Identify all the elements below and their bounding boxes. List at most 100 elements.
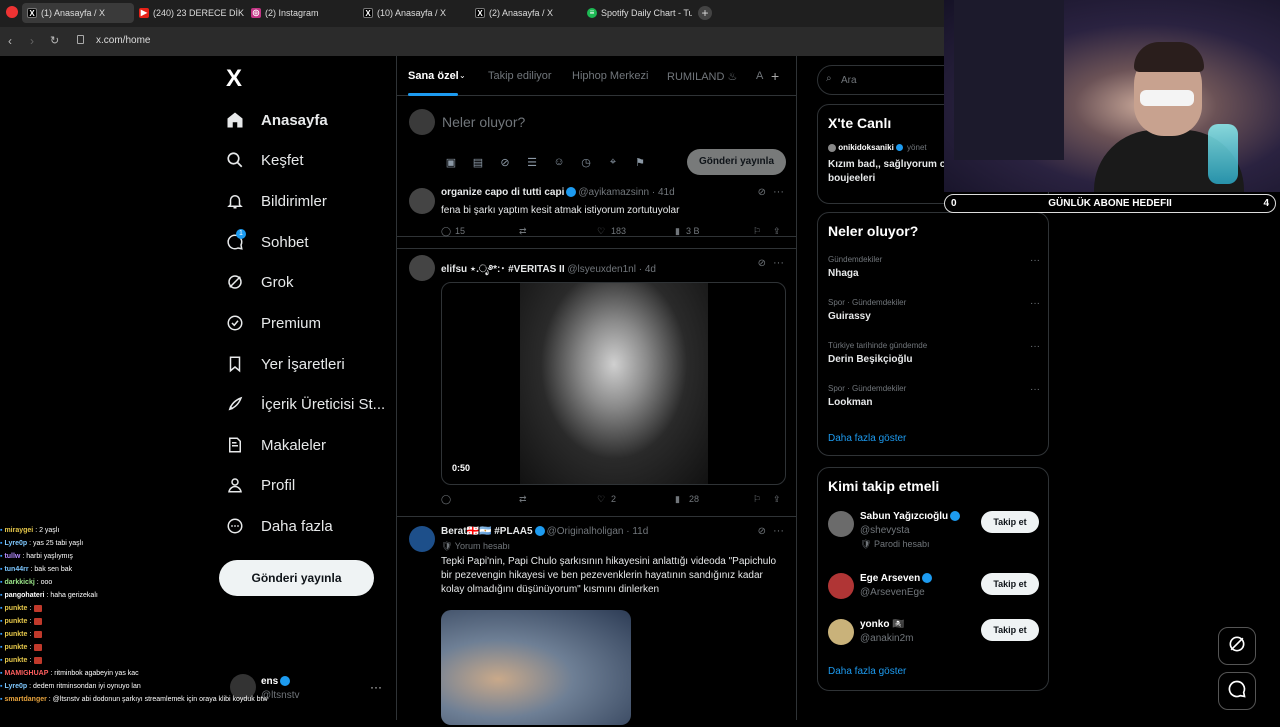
tab-hiphop[interactable]: Hiphop Merkezi <box>572 70 648 82</box>
show-more-link[interactable]: Daha fazla göster <box>828 433 906 444</box>
grok-icon[interactable]: ⊘ <box>758 187 766 198</box>
views-icon[interactable]: ▮ <box>675 226 680 237</box>
avatar[interactable] <box>409 188 435 214</box>
back-icon[interactable]: ‹ <box>8 34 12 48</box>
follow-button[interactable]: Takip et <box>981 619 1039 641</box>
gif-icon[interactable]: ▤ <box>469 153 487 171</box>
search-input[interactable]: Ara <box>841 75 857 86</box>
messages-float-button[interactable] <box>1218 672 1256 710</box>
browser-tab[interactable]: X (10) Anasayfa / X <box>358 3 468 23</box>
grok-icon[interactable]: ⊘ <box>758 526 766 537</box>
tweet-author[interactable]: elifsu ⋆.ೃ࿔*:･ #VERITAS II <box>441 264 565 275</box>
flag-icon[interactable]: ⚑ <box>631 153 649 171</box>
show-more-link[interactable]: Daha fazla göster <box>828 666 906 677</box>
tweet[interactable]: Berat🇬🇪🇦🇷 #PLAA5 @Originalholigan · 11d ⊘… <box>397 517 796 727</box>
avatar[interactable] <box>409 526 435 552</box>
reload-icon[interactable]: ↻ <box>50 34 59 47</box>
reply-icon[interactable]: ◯ <box>441 226 451 237</box>
nav-item-creator-studio[interactable]: İçerik Üreticisi St... <box>225 392 385 416</box>
opera-logo-icon[interactable] <box>6 6 18 18</box>
tweet-handle[interactable]: @lsyeuxden1nl · 4d <box>567 264 656 275</box>
tweet-image[interactable] <box>441 610 631 725</box>
browser-tab[interactable]: X (1) Anasayfa / X <box>22 3 134 23</box>
more-icon[interactable]: ··· <box>1030 341 1040 352</box>
tweet-handle[interactable]: @ayikamazsinn · 41d <box>578 187 674 198</box>
browser-tab[interactable]: ▶(240) 23 DERECE DİKİLİTAŞ <box>134 3 244 23</box>
grok-icon[interactable]: ⊘ <box>758 258 766 269</box>
trend-item[interactable]: Türkiye tarihinde gündemde Derin Beşikçio… <box>828 341 1040 365</box>
new-tab-button[interactable]: + <box>698 6 712 20</box>
tweet-author[interactable]: organize capo di tutti capi <box>441 187 564 198</box>
tweet-text: fena bi şarkı yaptım kesit atmak istiyor… <box>441 205 680 216</box>
tweet-handle[interactable]: @Originalholigan · 11d <box>547 526 649 537</box>
browser-tab[interactable]: X (2) Anasayfa / X <box>470 3 580 23</box>
more-icon[interactable]: ··· <box>773 186 784 198</box>
video-player[interactable]: 0:50 <box>441 282 786 485</box>
feed-tabs: Sana özel ⌄ Takip ediliyor Hiphop Merkez… <box>397 56 796 96</box>
url-field[interactable]: x.com/home <box>96 35 150 46</box>
more-icon[interactable]: ··· <box>1030 255 1040 266</box>
like-icon[interactable]: ♡ <box>597 494 605 505</box>
nav-item-notifications[interactable]: Bildirimler <box>225 189 327 213</box>
tweet-author[interactable]: Berat🇬🇪🇦🇷 #PLAA5 <box>441 526 533 537</box>
more-icon[interactable]: ··· <box>370 680 382 694</box>
tweet[interactable]: elifsu ⋆.ೃ࿔*:･ #VERITAS II @lsyeuxden1nl… <box>397 249 796 517</box>
nav-item-bookmarks[interactable]: Yer İşaretleri <box>225 352 345 376</box>
trend-item[interactable]: Spor · Gündemdekiler Guirassy ··· <box>828 298 1040 322</box>
more-icon[interactable]: ··· <box>1030 298 1040 309</box>
forward-icon[interactable]: › <box>30 34 34 48</box>
follow-button[interactable]: Takip et <box>981 511 1039 533</box>
panel-title: Kimi takip etmeli <box>828 478 940 494</box>
tab-following[interactable]: Takip ediliyor <box>488 70 552 82</box>
bookmark-icon[interactable]: ⚐ <box>753 494 761 505</box>
browser-tab[interactable]: ≡Spotify Daily Chart - Turke <box>582 3 692 23</box>
schedule-icon[interactable]: ◷ <box>577 153 595 171</box>
image-icon[interactable]: ▣ <box>442 153 460 171</box>
nav-item-articles[interactable]: Makaleler <box>225 433 326 457</box>
views-count: 3 B <box>686 226 700 236</box>
nav-item-chat[interactable]: 1 Sohbet <box>225 229 309 254</box>
compose-input[interactable]: Neler oluyor? <box>442 114 525 130</box>
share-icon[interactable]: ⇪ <box>773 494 781 505</box>
views-icon[interactable]: ▮ <box>675 494 680 505</box>
more-icon[interactable]: ··· <box>1030 384 1040 395</box>
add-tab-icon[interactable]: + <box>771 68 779 84</box>
tab-overflow[interactable]: A <box>756 70 763 82</box>
share-icon[interactable]: ⇪ <box>773 226 781 237</box>
follow-suggestion[interactable]: Ege Arseven @ArsevenEge Takip et <box>828 573 1040 613</box>
location-icon[interactable]: ⌖ <box>604 153 622 171</box>
avatar[interactable] <box>828 619 854 645</box>
compose-post-button[interactable]: Gönderi yayınla <box>687 149 786 175</box>
nav-item-premium[interactable]: Premium <box>225 311 321 335</box>
live-title[interactable]: Kızım bad,, sağlıyorum o boujeeleri <box>828 158 953 186</box>
grok-icon[interactable]: ⊘ <box>496 153 514 171</box>
browser-tab[interactable]: ◎ (2) Instagram <box>246 3 356 23</box>
grok-float-button[interactable] <box>1218 627 1256 665</box>
tab-rumiland[interactable]: RUMILAND ♨ <box>667 70 737 83</box>
follow-suggestion[interactable]: yonko 🏴‍☠️ @anakin2m Takip et <box>828 619 1040 659</box>
bookmark-icon[interactable]: ⚐ <box>753 226 761 237</box>
more-icon[interactable]: ··· <box>773 257 784 269</box>
avatar[interactable] <box>828 511 854 537</box>
poll-icon[interactable]: ☰ <box>523 153 541 171</box>
follow-suggestion[interactable]: Sabun Yağızcıoğlu @shevysta 🛡 Parodi hes… <box>828 511 1040 551</box>
nav-item-home[interactable]: Anasayfa <box>225 108 328 132</box>
retweet-icon[interactable]: ⇄ <box>519 494 527 505</box>
like-icon[interactable]: ♡ <box>597 226 605 237</box>
more-icon[interactable]: ··· <box>773 525 784 537</box>
trend-item[interactable]: Gündemdekiler Nhaga ··· <box>828 255 1040 279</box>
avatar[interactable] <box>828 573 854 599</box>
nav-item-profile[interactable]: Profil <box>225 473 295 497</box>
trend-item[interactable]: Spor · Gündemdekiler Lookman ··· <box>828 384 1040 408</box>
reply-icon[interactable]: ◯ <box>441 494 451 505</box>
nav-item-explore[interactable]: Keşfet <box>225 148 304 172</box>
tab-for-you[interactable]: Sana özel <box>408 70 459 82</box>
tweet[interactable]: organize capo di tutti capi @ayikamazsinn… <box>397 182 796 249</box>
search-icon: ⌕ <box>826 73 832 84</box>
follow-button[interactable]: Takip et <box>981 573 1039 595</box>
nav-item-grok[interactable]: Grok <box>225 270 294 294</box>
emoji-icon[interactable]: ☺ <box>550 153 568 171</box>
x-logo[interactable]: X <box>226 65 242 93</box>
retweet-icon[interactable]: ⇄ <box>519 226 527 237</box>
avatar[interactable] <box>409 255 435 281</box>
